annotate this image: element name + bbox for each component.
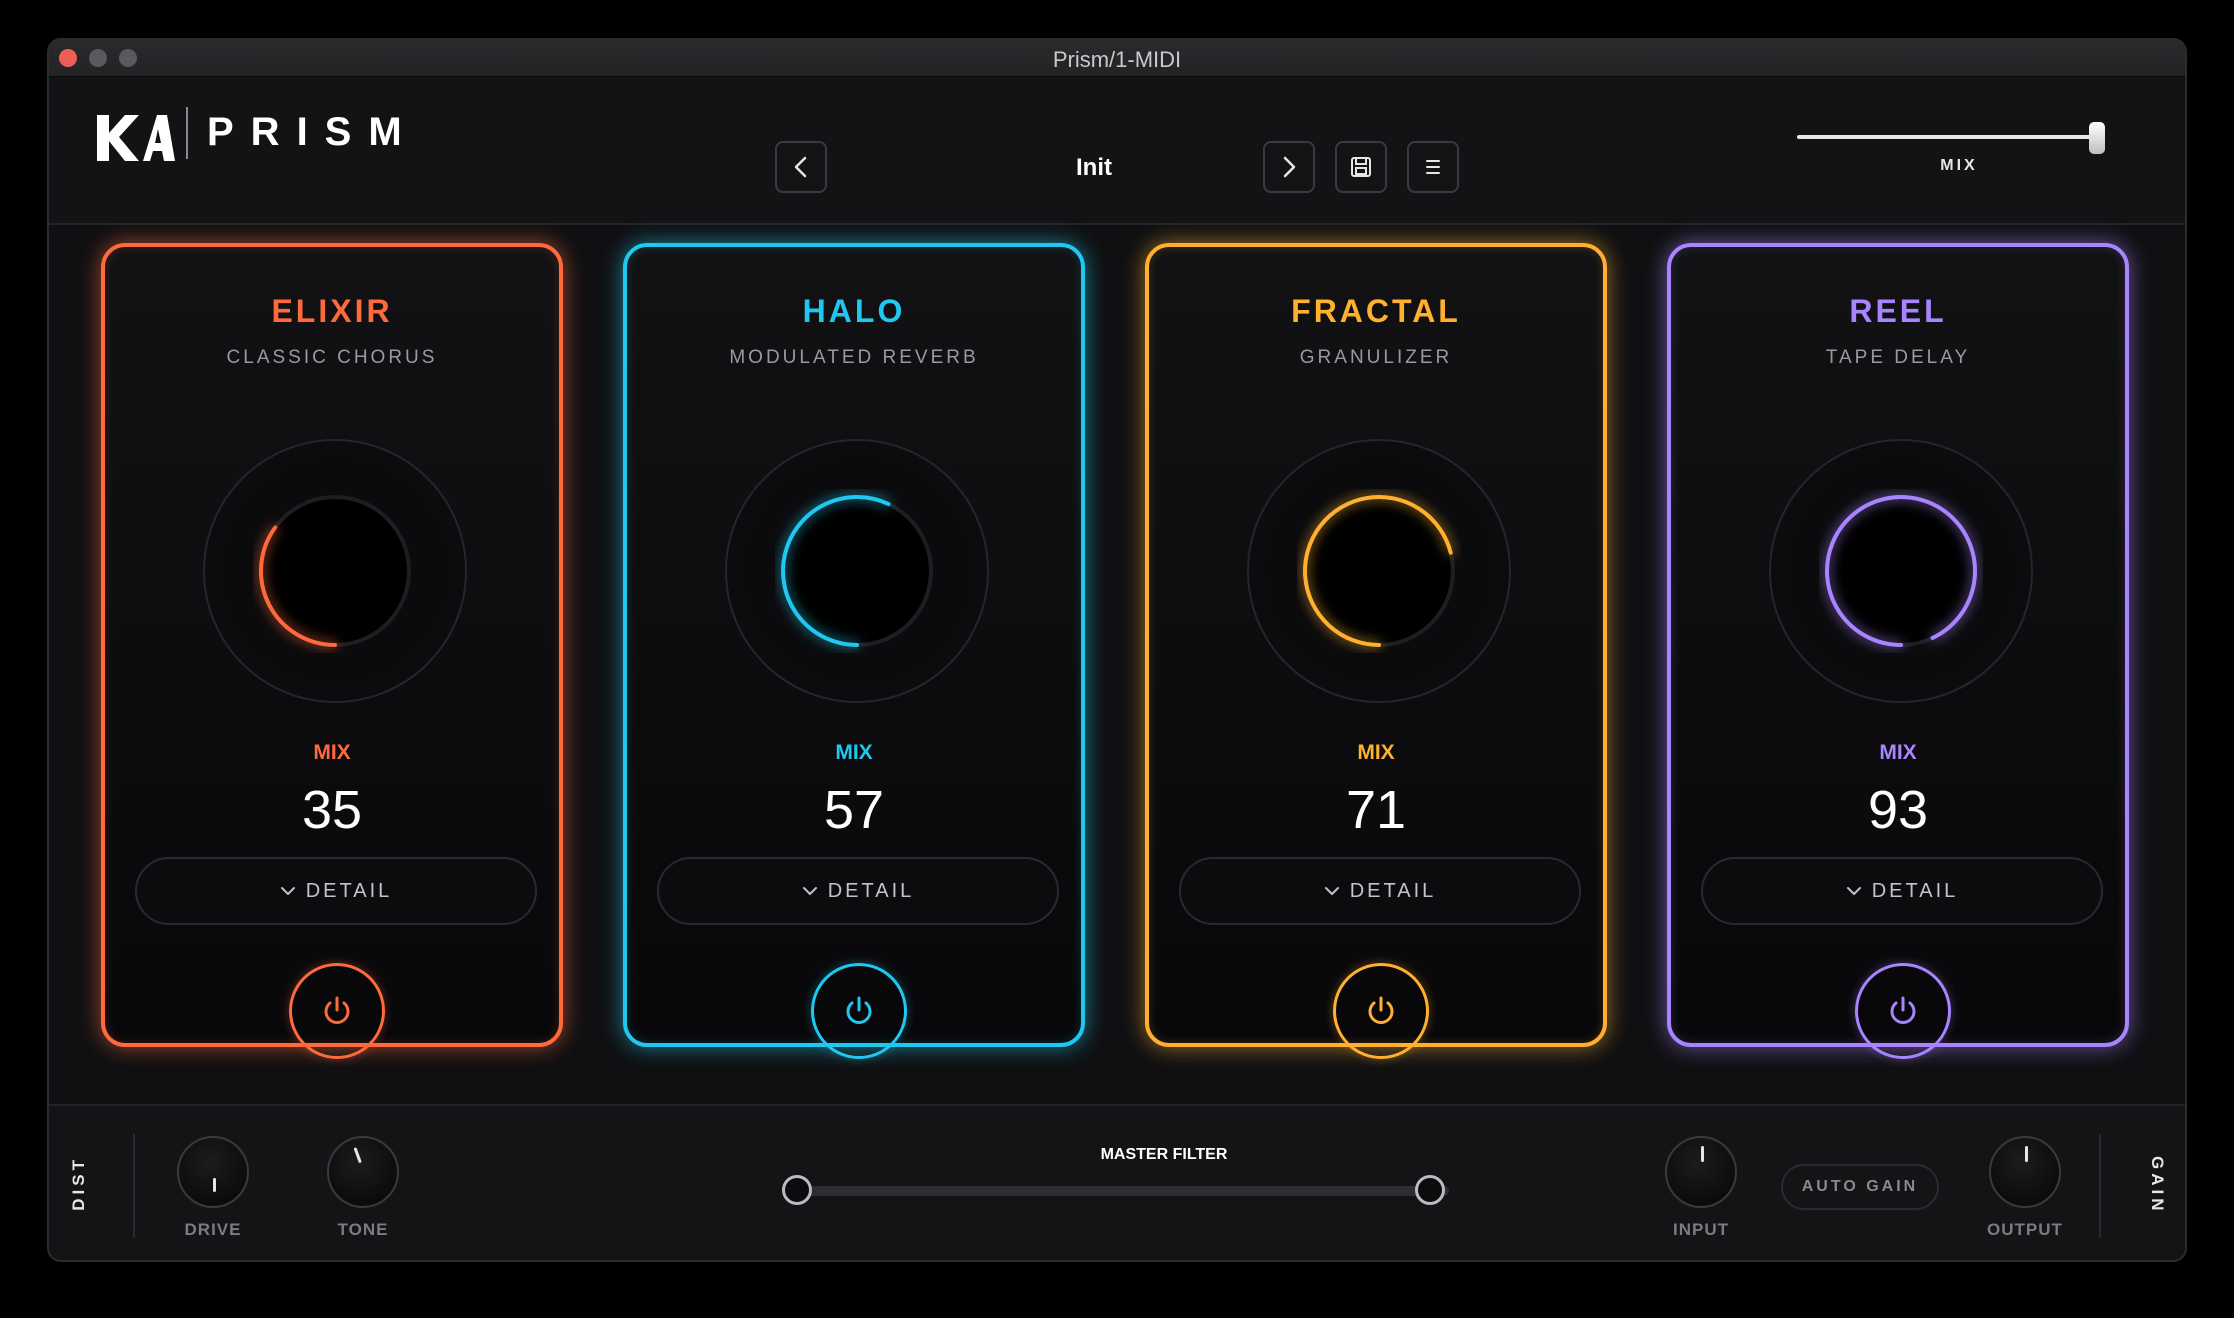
input-label: INPUT <box>1673 1220 1729 1239</box>
ka-logo-icon <box>97 115 175 161</box>
master-mix-label: MIX <box>1940 157 1978 174</box>
mix-label: MIX <box>1879 741 1917 764</box>
chevron-left-icon <box>794 156 807 178</box>
module-card-fractal: FRACTAL GRANULIZER MIX 71 DETAIL <box>1145 243 1607 1059</box>
header-bar: PRISM Init MIX <box>49 77 2185 225</box>
gain-divider <box>2099 1134 2101 1238</box>
gain-section-label: GAIN <box>2148 1156 2167 1215</box>
power-icon <box>1890 996 1916 1024</box>
mix-value: 35 <box>301 780 363 840</box>
output-knob-indicator <box>2025 1146 2028 1162</box>
chevron-right-icon <box>1283 156 1296 178</box>
window-title: Prism/1-MIDI <box>1052 47 1182 72</box>
mix-knob[interactable] <box>1819 489 1983 653</box>
power-button[interactable] <box>1855 963 1951 1059</box>
module-title: FRACTAL <box>1291 293 1461 329</box>
power-button[interactable] <box>1333 963 1429 1059</box>
power-icon <box>1368 996 1394 1024</box>
power-icon <box>846 996 872 1024</box>
preset-name[interactable]: Init <box>929 154 1259 182</box>
mix-value: 57 <box>823 780 885 840</box>
module-title: REEL <box>1849 293 1947 329</box>
module-card-reel: REEL TAPE DELAY MIX 93 DETAIL <box>1667 243 2129 1059</box>
tone-label: TONE <box>337 1220 389 1239</box>
power-button[interactable] <box>289 963 385 1059</box>
chevron-down-icon <box>280 887 295 895</box>
master-mix-slider[interactable]: MIX <box>1749 122 2105 215</box>
mix-value: 93 <box>1867 780 1929 840</box>
power-button[interactable] <box>811 963 907 1059</box>
detail-toggle-button[interactable]: DETAIL <box>135 857 537 925</box>
logo-divider <box>186 107 188 159</box>
save-preset-button[interactable] <box>1335 141 1387 193</box>
module-subtitle: TAPE DELAY <box>1825 347 1971 368</box>
module-subtitle: MODULATED REVERB <box>729 347 979 368</box>
module-subtitle: GRANULIZER <box>1299 347 1453 368</box>
master-filter-low-thumb[interactable] <box>782 1175 812 1205</box>
output-knob[interactable] <box>1989 1136 2061 1208</box>
dist-divider <box>133 1134 135 1238</box>
chevron-down-icon <box>1324 887 1339 895</box>
detail-toggle-button[interactable]: DETAIL <box>1179 857 1581 925</box>
drive-label: DRIVE <box>184 1220 242 1239</box>
mix-knob[interactable] <box>775 489 939 653</box>
detail-label: DETAIL <box>1871 879 1959 902</box>
power-icon <box>324 996 350 1024</box>
output-label: OUTPUT <box>1987 1220 2063 1239</box>
mix-knob[interactable] <box>253 489 417 653</box>
menu-icon <box>1426 160 1440 174</box>
master-filter-label: MASTER FILTER <box>1100 1146 1228 1163</box>
tone-knob-indicator <box>353 1147 362 1164</box>
mix-label: MIX <box>313 741 351 764</box>
mix-value: 71 <box>1345 780 1407 840</box>
input-knob-indicator <box>1701 1146 1704 1162</box>
chevron-down-icon <box>1846 887 1861 895</box>
detail-toggle-button[interactable]: DETAIL <box>1701 857 2103 925</box>
mix-label: MIX <box>1357 741 1395 764</box>
preset-menu-button[interactable] <box>1407 141 1459 193</box>
brand-name: PRISM <box>207 110 419 154</box>
drive-knob-indicator <box>213 1178 216 1192</box>
mix-label: MIX <box>835 741 873 764</box>
chevron-down-icon <box>802 887 817 895</box>
detail-label: DETAIL <box>305 879 393 902</box>
detail-label: DETAIL <box>827 879 915 902</box>
detail-toggle-button[interactable]: DETAIL <box>657 857 1059 925</box>
detail-label: DETAIL <box>1349 879 1437 902</box>
title-bar: Prism/1-MIDI <box>49 40 2185 77</box>
dist-section-label: DIST <box>69 1156 88 1211</box>
tone-knob[interactable] <box>327 1136 399 1208</box>
auto-gain-button[interactable]: AUTO GAIN <box>1781 1164 1939 1210</box>
mix-knob[interactable] <box>1297 489 1461 653</box>
module-card-elixir: ELIXIR CLASSIC CHORUS MIX 35 DETAIL <box>101 243 563 1059</box>
master-filter-track[interactable] <box>789 1186 1449 1196</box>
master-mix-track[interactable] <box>1797 135 2103 139</box>
module-subtitle: CLASSIC CHORUS <box>226 347 438 368</box>
drive-knob[interactable] <box>177 1136 249 1208</box>
module-title: ELIXIR <box>271 293 393 329</box>
save-icon <box>1351 157 1371 177</box>
footer-controls: DIST DRIVE TONE MASTER FILTER INPUT AUTO… <box>49 1104 2185 1260</box>
module-card-halo: HALO MODULATED REVERB MIX 57 DETAIL <box>623 243 1085 1059</box>
input-knob[interactable] <box>1665 1136 1737 1208</box>
plugin-window: Prism/1-MIDI PRISM Init MIX ELIXIR CLASS… <box>47 38 2187 1262</box>
previous-preset-button[interactable] <box>775 141 827 193</box>
master-filter-high-thumb[interactable] <box>1415 1175 1445 1205</box>
next-preset-button[interactable] <box>1263 141 1315 193</box>
module-title: HALO <box>802 293 906 329</box>
master-mix-thumb[interactable] <box>2089 122 2105 154</box>
